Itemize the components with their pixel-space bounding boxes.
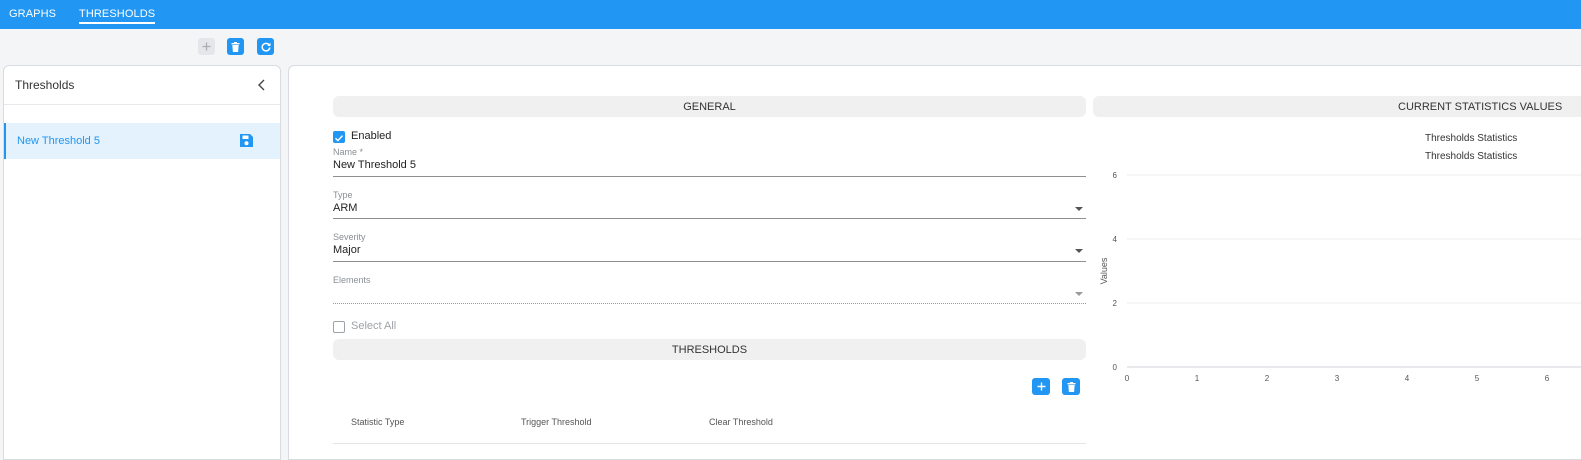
name-field-label: Name * [333,147,364,157]
refresh-button[interactable] [257,38,274,55]
enabled-label: Enabled [351,130,392,142]
statistics-chart: 0 2 4 6 0 1 2 3 4 5 6 Values [1099,171,1581,383]
y-tick-label: 0 [1113,363,1118,372]
delete-threshold-button[interactable] [227,38,244,55]
x-tick-label: 1 [1195,374,1200,383]
type-select-underline [333,218,1086,219]
y-tick-label: 4 [1113,235,1118,244]
add-threshold-button[interactable] [198,38,215,55]
threshold-detail-panel: GENERAL Enabled Name * New Threshold 5 T… [288,65,1581,460]
x-tick-label: 5 [1475,374,1480,383]
y-tick-label: 2 [1113,299,1118,308]
severity-field-label: Severity [333,232,366,242]
select-all-label: Select All [351,320,397,332]
elements-select-underline [333,303,1086,304]
tab-graphs[interactable]: GRAPHS [9,8,56,20]
x-tick-label: 3 [1335,374,1340,383]
plus-icon [202,42,211,51]
sidebar-item-new-threshold-5[interactable]: New Threshold 5 [4,123,280,159]
severity-select[interactable]: Major [333,244,361,256]
column-header-statistic-type[interactable]: Statistic Type [351,417,404,427]
column-header-clear-threshold[interactable]: Clear Threshold [709,417,773,427]
table-header-divider [333,443,1086,444]
general-section-header: GENERAL [333,96,1086,117]
sidebar-item-label: New Threshold 5 [17,135,100,147]
collapse-sidebar-button[interactable] [256,78,268,92]
name-field-underline [333,176,1086,177]
trash-icon [231,41,240,52]
elements-field-label: Elements [333,275,371,285]
trash-icon [1067,381,1075,392]
chart-subtitle: Thresholds Statistics [1425,151,1518,162]
chevron-down-icon[interactable] [1075,249,1083,253]
name-field[interactable]: New Threshold 5 [333,159,416,171]
save-icon[interactable] [239,133,254,148]
top-nav-bar: GRAPHS THRESHOLDS [0,0,1581,29]
type-field-label: Type [333,190,353,200]
sidebar-divider [4,104,280,105]
statistics-section-title: CURRENT STATISTICS VALUES [1398,100,1563,113]
plus-icon [1037,382,1045,391]
chart-title: Thresholds Statistics [1425,133,1518,144]
chevron-down-icon[interactable] [1075,207,1083,211]
x-tick-label: 0 [1125,374,1130,383]
x-tick-label: 6 [1545,374,1550,383]
thresholds-section-header: THRESHOLDS [333,339,1086,360]
enabled-checkbox[interactable] [333,131,345,143]
delete-row-button[interactable] [1062,378,1080,395]
x-tick-label: 2 [1265,374,1270,383]
refresh-icon [261,42,271,52]
type-select[interactable]: ARM [333,202,357,214]
thresholds-sidebar: Thresholds New Threshold 5 [3,65,281,460]
sidebar-title: Thresholds [15,78,75,92]
select-all-checkbox[interactable] [333,321,345,333]
y-axis-label: Values [1099,257,1109,284]
chevron-down-icon[interactable] [1075,292,1083,296]
y-tick-label: 6 [1113,171,1118,180]
column-header-trigger-threshold[interactable]: Trigger Threshold [521,417,592,427]
check-icon [335,135,344,142]
x-tick-label: 4 [1405,374,1410,383]
add-row-button[interactable] [1032,378,1050,395]
severity-select-underline [333,261,1086,262]
chevron-left-icon [258,79,265,91]
statistics-section-header: CURRENT STATISTICS VALUES [1093,96,1581,117]
tab-thresholds[interactable]: THRESHOLDS [79,8,156,24]
